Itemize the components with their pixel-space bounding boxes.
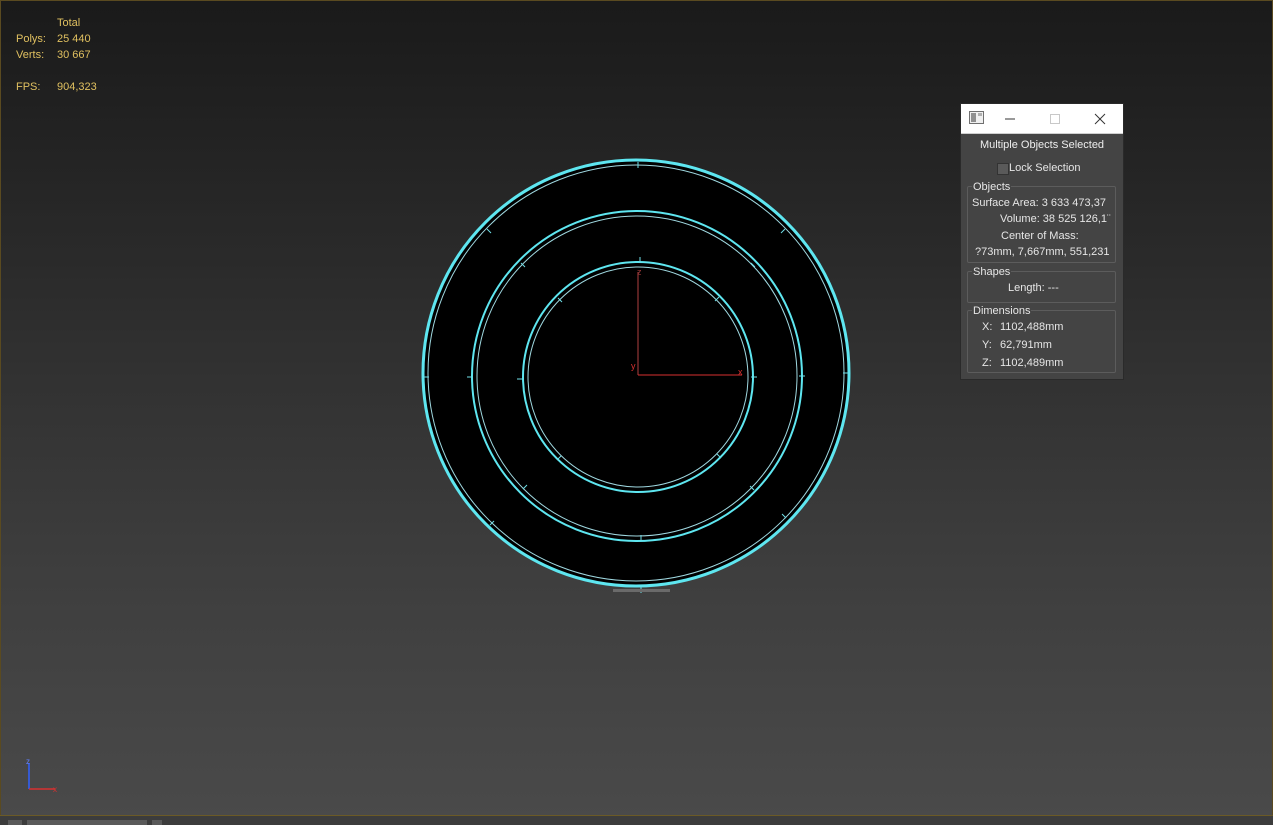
center-of-mass-label: Center of Mass: [1001, 230, 1079, 242]
gizmo-x-label: x [53, 785, 57, 794]
axis-z-label: z [637, 267, 642, 277]
objects-group-title: Objects [972, 181, 1012, 193]
shapes-group-title: Shapes [972, 266, 1012, 278]
length-text: Length: --- [1008, 282, 1059, 294]
strip-tab[interactable] [8, 820, 22, 825]
dim-z-value: 1102,489mm [1000, 357, 1064, 369]
volume-text: Volume: 38 525 126,1¨ [1000, 213, 1111, 225]
dim-z-label: Z: [982, 357, 992, 369]
strip-scroll-thumb[interactable] [27, 820, 147, 825]
measure-dialog[interactable]: Multiple Objects Selected Lock Selection… [960, 103, 1124, 380]
selection-heading: Multiple Objects Selected [979, 139, 1105, 151]
axis-gizmo-icon: z x [26, 757, 57, 794]
shapes-group: Shapes Length: --- [967, 266, 1116, 303]
lock-selection-label: Lock Selection [1009, 162, 1081, 174]
dim-y-label: Y: [982, 339, 992, 351]
torus-model[interactable] [421, 158, 851, 593]
close-icon[interactable] [1090, 109, 1110, 129]
minimize-icon[interactable] [1000, 109, 1020, 129]
outer-ring[interactable] [421, 158, 851, 588]
checkbox-box[interactable] [997, 163, 1009, 175]
objects-group: Objects Surface Area: 3 633 473,37 Volum… [967, 181, 1116, 263]
viewport[interactable]: Total Polys: 25 440 Verts: 30 667 FPS: 9… [0, 0, 1273, 824]
gizmo-z-label: z [26, 757, 30, 766]
dimensions-group-title: Dimensions [972, 305, 1032, 317]
surface-area-text: Surface Area: 3 633 473,37 [972, 197, 1106, 209]
center-of-mass-value: ?73mm, 7,667mm, 551,231 [975, 246, 1110, 258]
dim-x-value: 1102,488mm [1000, 321, 1064, 333]
strip-tab[interactable] [152, 820, 162, 825]
axis-y-label: y [631, 361, 636, 371]
window-icon [969, 111, 984, 124]
dim-y-value: 62,791mm [1000, 339, 1052, 351]
dimensions-group: Dimensions X: 1102,488mm Y: 62,791mm Z: … [967, 305, 1116, 373]
dim-x-label: X: [982, 321, 993, 333]
dialog-titlebar[interactable] [961, 104, 1123, 134]
axis-x-label: x [738, 367, 743, 377]
maximize-icon[interactable] [1045, 109, 1065, 129]
ground-marker [613, 589, 670, 592]
